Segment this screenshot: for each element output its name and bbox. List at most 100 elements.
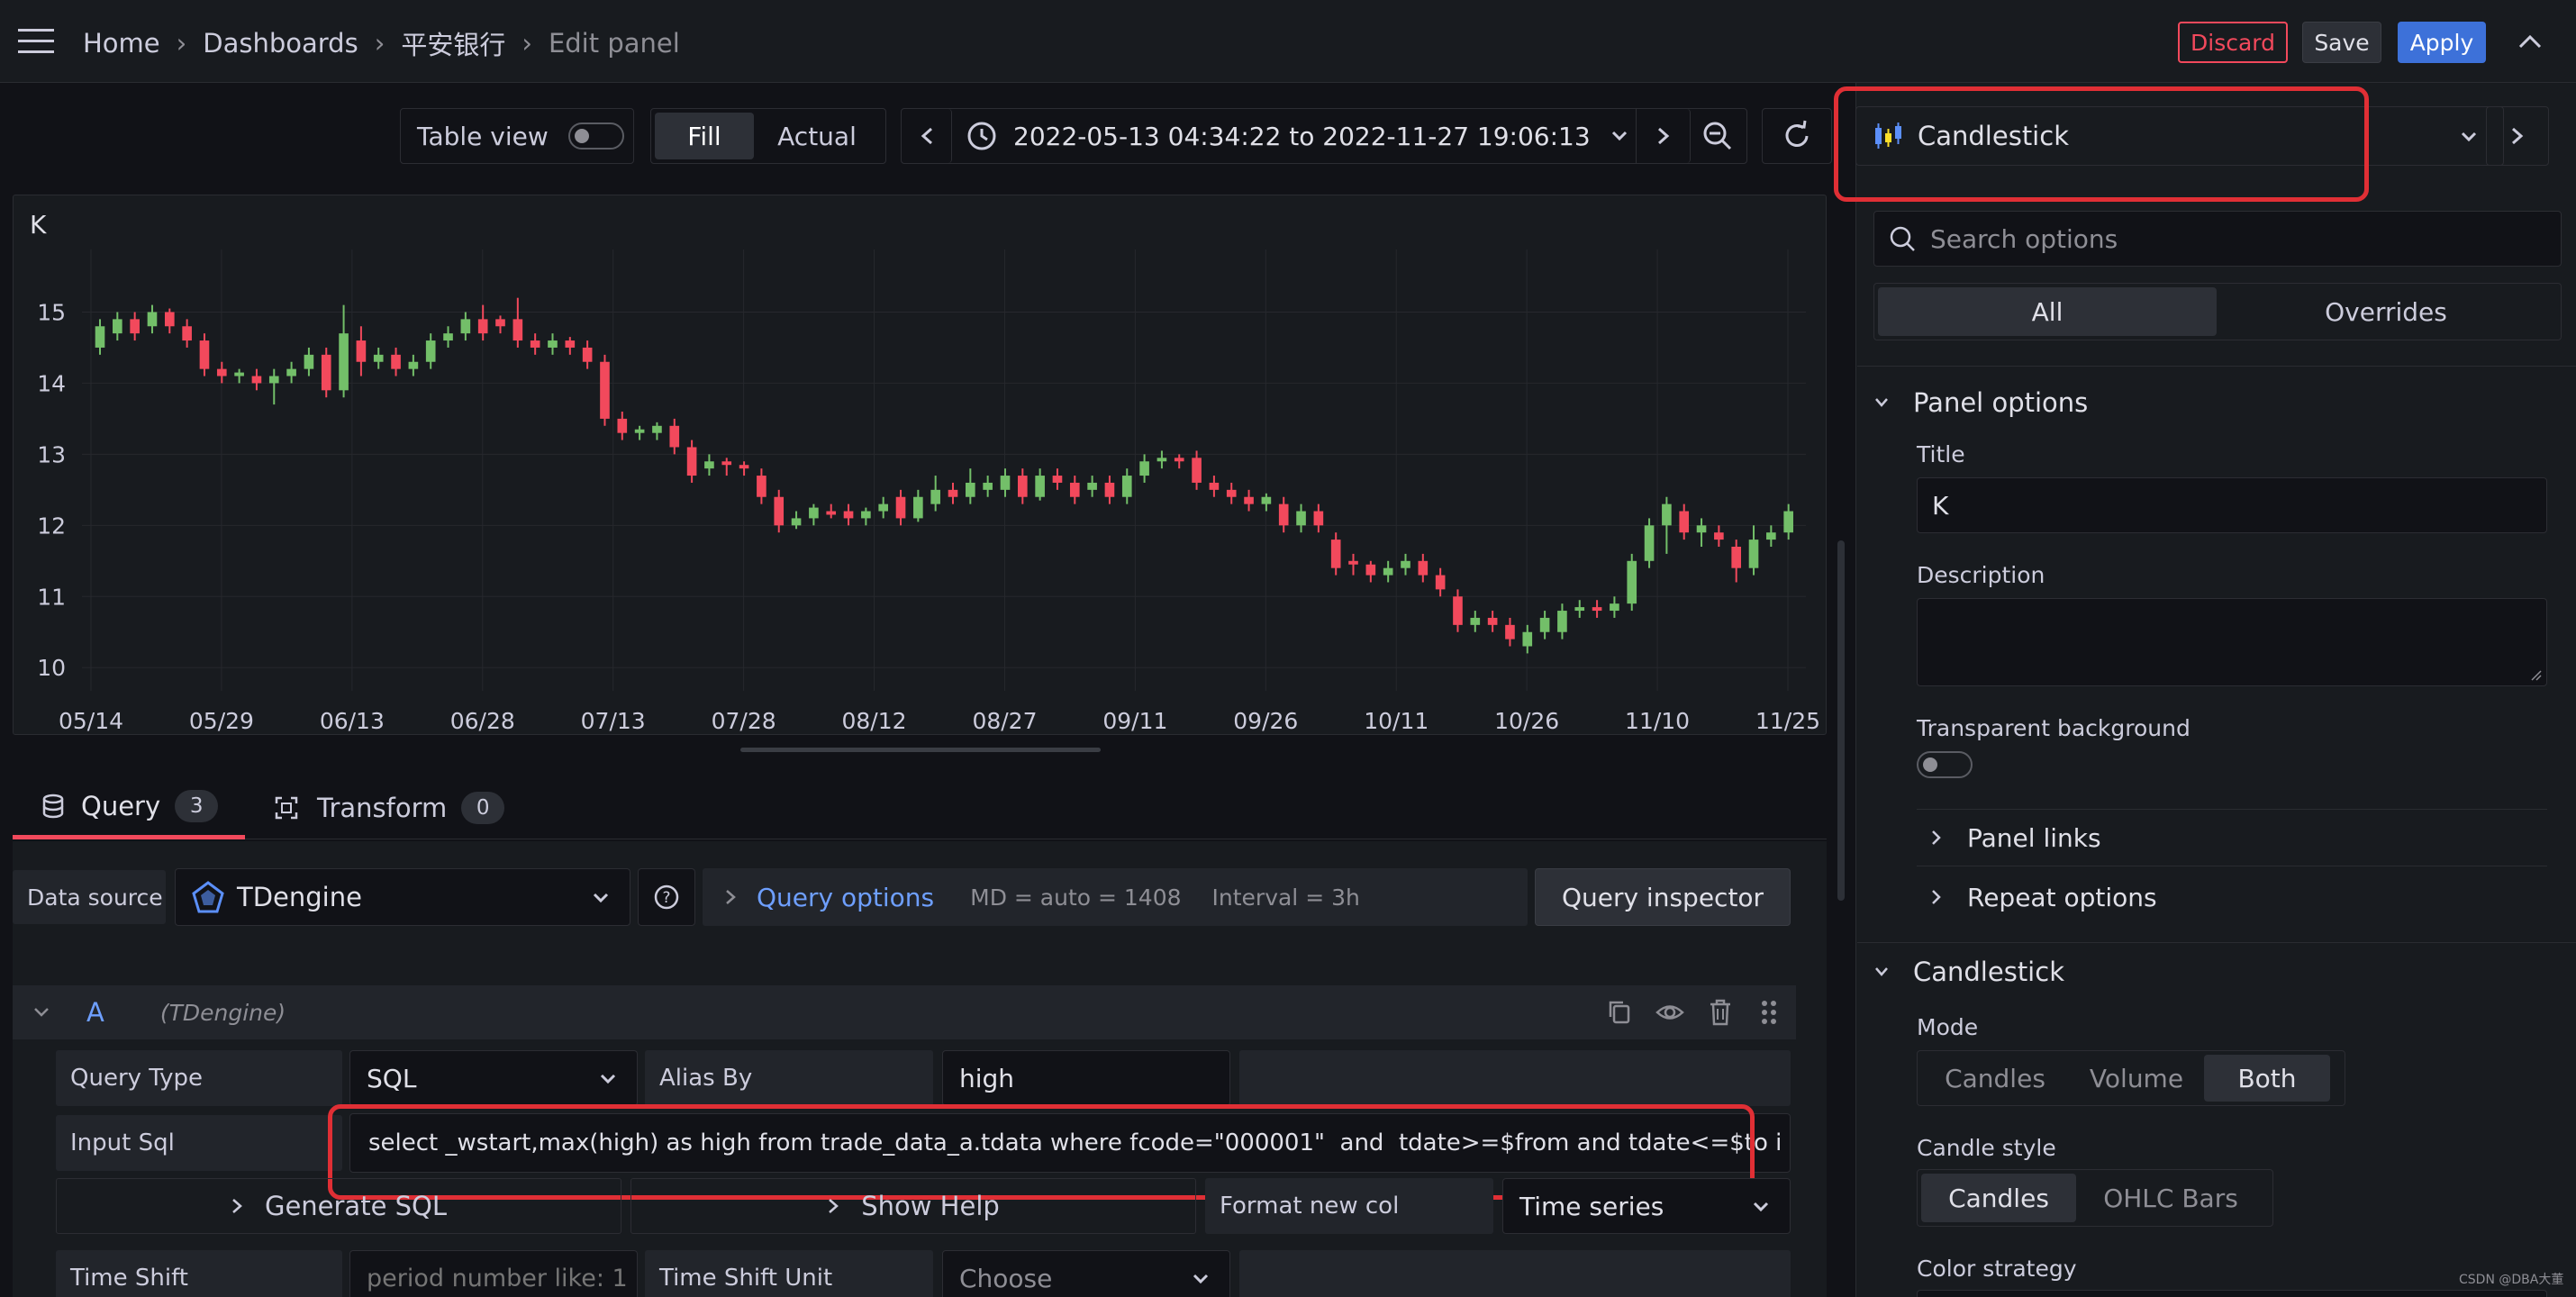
- candle-body: [1226, 489, 1237, 497]
- panel-resize-handle[interactable]: [740, 748, 1101, 752]
- query-inspector-button[interactable]: Query inspector: [1535, 868, 1791, 926]
- repeat-options-label: Repeat options: [1967, 882, 2157, 912]
- candle-body: [1696, 525, 1707, 533]
- candle-body: [1348, 560, 1358, 565]
- interval-info: Interval = 3h: [1211, 884, 1360, 911]
- apply-button[interactable]: Apply: [2398, 22, 2486, 63]
- candle-style-candles[interactable]: Candles: [1921, 1174, 2076, 1222]
- search-options-input[interactable]: Search options: [1873, 211, 2562, 267]
- color-strategy-select[interactable]: [1917, 1290, 2547, 1297]
- save-button[interactable]: Save: [2302, 22, 2381, 63]
- candle-body: [1365, 564, 1376, 576]
- breadcrumb-dashboards[interactable]: Dashboards: [203, 28, 358, 59]
- candle-body: [268, 376, 279, 384]
- candle-body: [565, 340, 576, 348]
- options-collapse-button[interactable]: [2486, 106, 2549, 166]
- trash-icon[interactable]: [1708, 999, 1733, 1026]
- x-tick-label: 10/26: [1494, 708, 1559, 734]
- zoom-out-button[interactable]: [1691, 109, 1745, 163]
- candle-body: [809, 507, 819, 519]
- chevron-down-icon: [1875, 967, 1888, 976]
- collapse-icon[interactable]: [2517, 31, 2544, 52]
- format-select[interactable]: Time series: [1502, 1178, 1791, 1234]
- candle-body: [182, 326, 192, 341]
- candle-body: [1069, 482, 1080, 497]
- description-label: Description: [1917, 562, 2045, 588]
- candle-body: [1192, 458, 1202, 483]
- refresh-button[interactable]: [1762, 108, 1832, 164]
- query-type-select[interactable]: SQL: [349, 1050, 638, 1106]
- x-tick-label: 10/11: [1364, 708, 1429, 734]
- show-help-button[interactable]: Show Help: [630, 1178, 1196, 1234]
- breadcrumb: Home › Dashboards › 平安银行 › Edit panel: [83, 25, 680, 61]
- mode-both[interactable]: Both: [2204, 1055, 2330, 1102]
- panel-links-row[interactable]: Panel links: [1917, 809, 2547, 866]
- candle-body: [1296, 511, 1306, 526]
- breadcrumb-dashboard[interactable]: 平安银行: [401, 24, 505, 62]
- alias-by-input[interactable]: high: [942, 1050, 1230, 1106]
- candle-body: [966, 482, 975, 497]
- candle-body: [1174, 458, 1184, 462]
- title-input[interactable]: K: [1917, 477, 2547, 533]
- x-tick-label: 09/11: [1102, 708, 1167, 734]
- candle-body: [1592, 607, 1602, 612]
- candle-body: [1435, 575, 1446, 590]
- chevron-right-icon: [2512, 127, 2524, 145]
- candle-body: [1418, 560, 1429, 576]
- tab-all[interactable]: All: [1878, 287, 2217, 336]
- candle-body: [147, 312, 158, 327]
- panel: K 15 14 13 12 11 10 05/14 05/29 06/13 06/28 07/13 0…: [13, 195, 1827, 735]
- eye-icon[interactable]: [1655, 999, 1684, 1026]
- transparent-toggle[interactable]: [1917, 751, 1973, 778]
- candle-body: [739, 465, 749, 469]
- mode-candles[interactable]: Candles: [1921, 1055, 2069, 1102]
- table-view-toggle[interactable]: Table view: [400, 108, 634, 164]
- help-button[interactable]: ?: [638, 868, 695, 926]
- generate-sql-label: Generate SQL: [264, 1191, 448, 1221]
- candle-body: [1644, 525, 1655, 561]
- mode-volume[interactable]: Volume: [2069, 1055, 2204, 1102]
- copy-icon[interactable]: [1607, 999, 1632, 1026]
- time-shift-unit-select[interactable]: Choose: [942, 1250, 1230, 1297]
- menu-icon[interactable]: [18, 29, 54, 54]
- candle-body: [1487, 617, 1498, 625]
- time-shift-input[interactable]: [349, 1250, 638, 1297]
- max-data-points: MD = auto = 1408: [970, 884, 1182, 911]
- breadcrumb-home[interactable]: Home: [83, 28, 160, 59]
- candle-body: [1000, 476, 1011, 490]
- discard-button[interactable]: Discard: [2178, 22, 2288, 63]
- candle-style-ohlc[interactable]: OHLC Bars: [2076, 1174, 2265, 1222]
- x-tick-label: 07/13: [581, 708, 646, 734]
- time-range-picker[interactable]: 2022-05-13 04:34:22 to 2022-11-27 19:06:…: [952, 109, 1637, 163]
- candle-body: [983, 482, 993, 490]
- query-letter[interactable]: A: [86, 997, 104, 1028]
- candlestick-section-header[interactable]: Candlestick: [1873, 949, 2558, 994]
- description-textarea[interactable]: [1917, 598, 2547, 686]
- editor-scrollbar[interactable]: [1837, 540, 1845, 901]
- candle-body: [1087, 482, 1097, 490]
- repeat-options-row[interactable]: Repeat options: [1917, 868, 2547, 926]
- chevron-down-icon: [1611, 131, 1627, 141]
- panel-options-title: Panel options: [1913, 387, 2089, 418]
- data-source-picker[interactable]: TDengine: [175, 868, 630, 926]
- x-tick-label: 08/27: [972, 708, 1037, 734]
- tab-query[interactable]: Query 3: [13, 776, 245, 839]
- tab-transform[interactable]: Transform 0: [274, 776, 526, 839]
- panel-options-header[interactable]: Panel options: [1873, 380, 2558, 425]
- time-back-button[interactable]: [902, 109, 952, 163]
- refresh-icon: [1785, 120, 1809, 147]
- candle-body: [861, 511, 871, 519]
- chevron-down-icon[interactable]: [32, 1006, 50, 1019]
- time-forward-button[interactable]: [1637, 109, 1691, 163]
- drag-handle-icon[interactable]: [1760, 999, 1778, 1026]
- fill-button[interactable]: Fill: [655, 113, 754, 159]
- query-options-bar[interactable]: Query options MD = auto = 1408 Interval …: [703, 868, 1528, 926]
- toggle-switch[interactable]: [567, 122, 624, 150]
- time-range-text: 2022-05-13 04:34:22 to 2022-11-27 19:06:…: [1013, 121, 1591, 151]
- tab-overrides[interactable]: Overrides: [2217, 287, 2555, 336]
- generate-sql-button[interactable]: Generate SQL: [56, 1178, 621, 1234]
- alias-by-value: high: [959, 1063, 1015, 1093]
- actual-button[interactable]: Actual: [754, 113, 880, 159]
- format-new-col-label: Format new col: [1205, 1178, 1493, 1234]
- help-icon: ?: [654, 884, 679, 910]
